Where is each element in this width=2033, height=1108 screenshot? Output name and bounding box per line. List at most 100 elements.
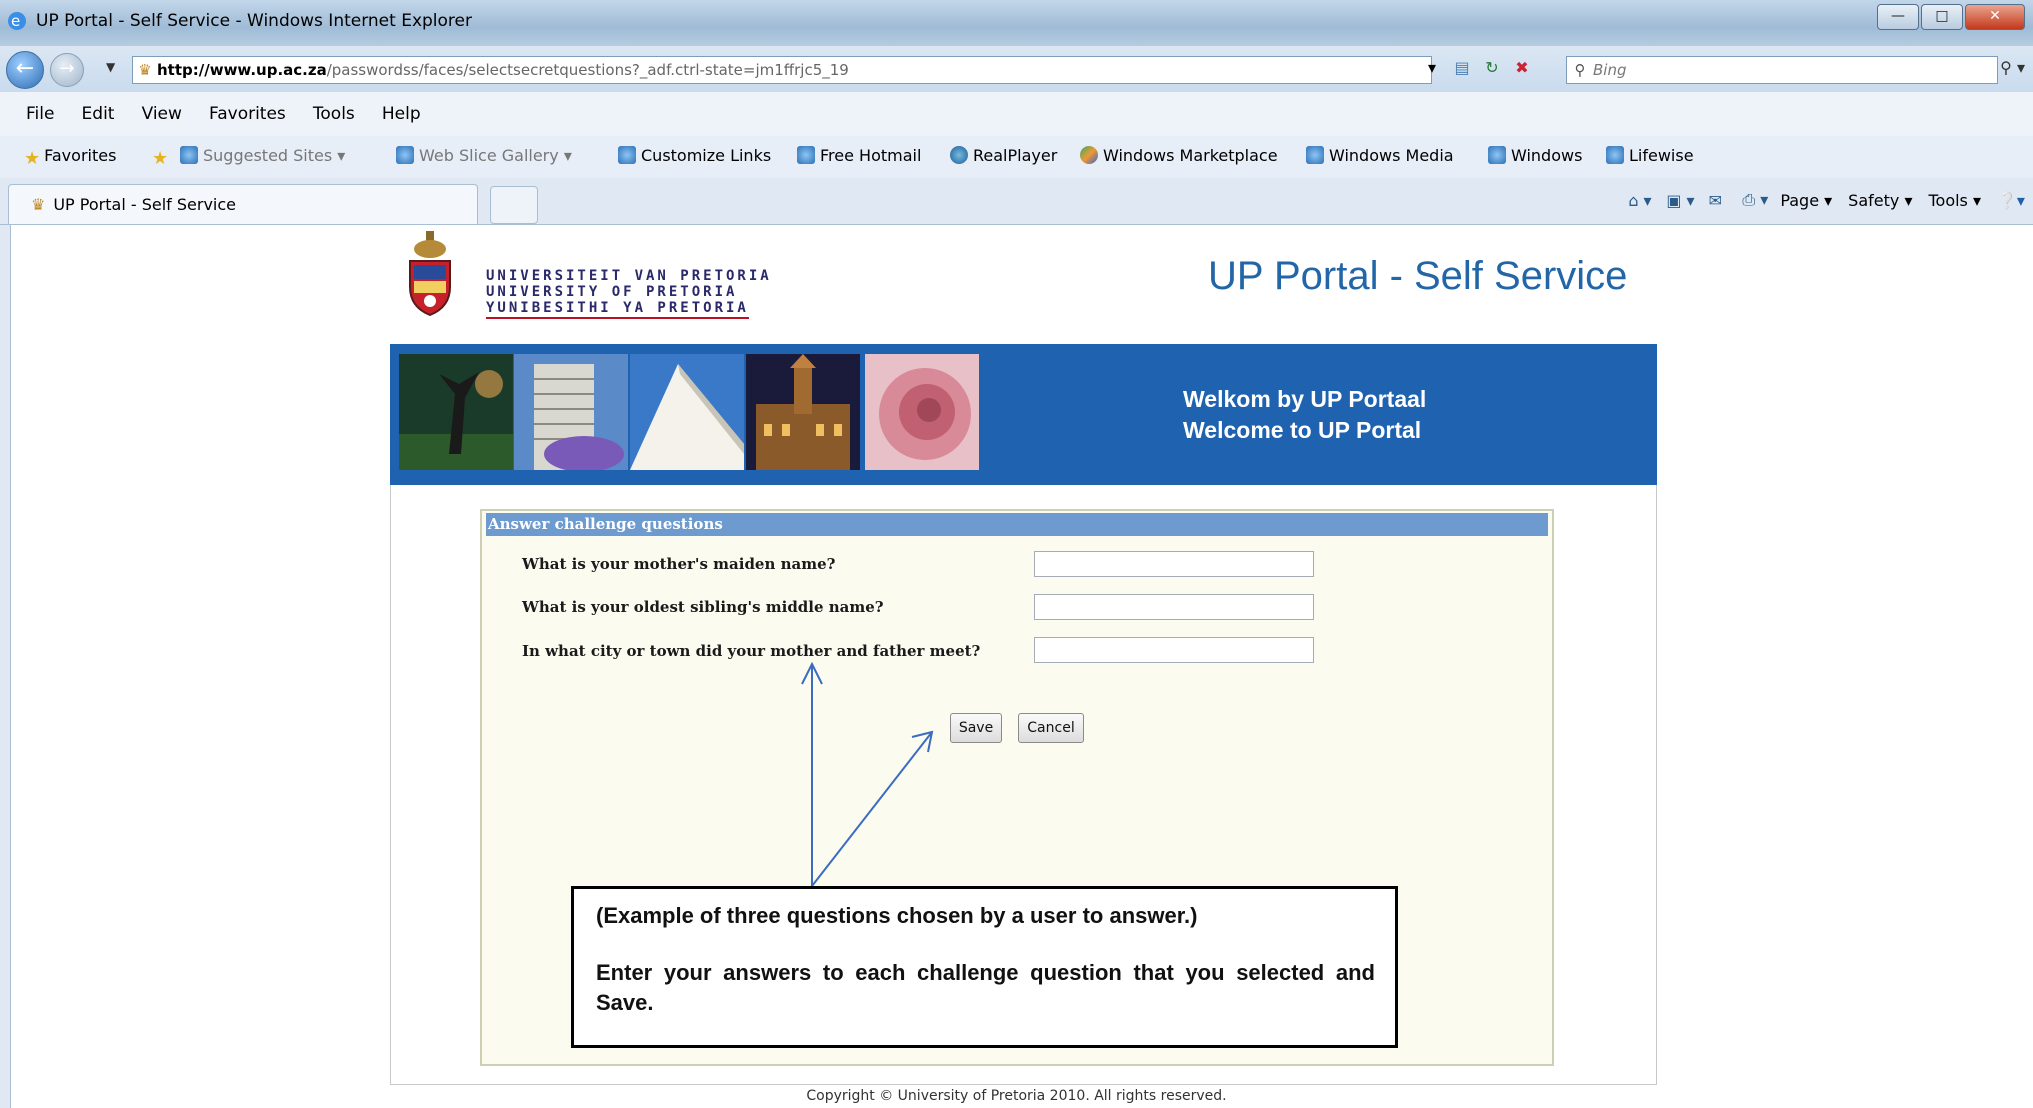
ie-page-icon <box>1488 146 1506 164</box>
stop-icon[interactable]: ✖ <box>1510 56 1534 80</box>
fav-label: RealPlayer <box>973 146 1058 165</box>
svg-text:e: e <box>11 12 20 30</box>
search-input[interactable]: ⚲ Bing <box>1566 56 1998 84</box>
refresh-icon[interactable]: ↻ <box>1480 56 1504 80</box>
logo-line-sepedi: YUNIBESITHI YA PRETORIA <box>486 300 749 319</box>
history-dropdown-icon[interactable]: ▼ <box>106 60 115 74</box>
fav-free-hotmail[interactable]: Free Hotmail <box>797 146 921 165</box>
instruction-callout: (Example of three questions chosen by a … <box>571 886 1398 1048</box>
tab-up-portal[interactable]: ♛ UP Portal - Self Service <box>8 184 478 224</box>
maximize-icon[interactable]: □ <box>1921 4 1963 30</box>
ie-page-icon <box>1606 146 1624 164</box>
fav-label: Windows <box>1511 146 1583 165</box>
site-favicon-icon: ♛ <box>31 195 46 214</box>
answer-1-input[interactable] <box>1034 551 1314 577</box>
add-favorite-icon[interactable]: ★ <box>152 146 172 169</box>
menu-view[interactable]: View <box>142 92 182 124</box>
windows-marketplace-icon <box>1080 146 1098 164</box>
callout-example-text: (Example of three questions chosen by a … <box>596 903 1198 928</box>
copyright-footer: Copyright © University of Pretoria 2010.… <box>806 1088 1227 1104</box>
print-icon[interactable]: ⎙ ▾ <box>1742 190 1768 210</box>
mail-icon[interactable]: ✉ <box>1704 191 1726 210</box>
ie-page-icon <box>396 146 414 164</box>
minimize-icon[interactable]: — <box>1877 4 1919 30</box>
tab-bar: ♛ UP Portal - Self Service ⌂ ▾ ▣ ▾ ✉ ⎙ ▾ … <box>0 178 2033 225</box>
banner-photo-statue <box>399 354 513 470</box>
favorites-button[interactable]: ★ Favorites <box>24 146 117 169</box>
url-dropdown-icon[interactable]: ▾ <box>1420 56 1444 80</box>
favorites-label: Favorites <box>44 146 117 165</box>
search-provider-icon: ⚲ <box>1574 61 1586 79</box>
url-input[interactable]: ♛ http://www.up.ac.za/passwordss/faces/se… <box>132 56 1432 84</box>
welcome-text: Welkom by UP Portaal Welcome to UP Porta… <box>1183 384 1426 446</box>
menu-help[interactable]: Help <box>382 92 421 124</box>
url-path: /passwordss/faces/selectsecretquestions?… <box>326 61 849 79</box>
address-bar: ← → ▼ ♛ http://www.up.ac.za/passwordss/fa… <box>0 46 2033 92</box>
fav-windows[interactable]: Windows <box>1488 146 1582 165</box>
banner-photo-old-building <box>746 354 860 470</box>
back-button[interactable]: ← <box>6 51 44 89</box>
add-to-favorites-icon: ★ <box>152 148 169 169</box>
banner-photo-architecture <box>630 354 744 470</box>
menu-favorites[interactable]: Favorites <box>209 92 286 124</box>
site-favicon-icon: ♛ <box>138 61 152 79</box>
window-titlebar: e UP Portal - Self Service - Windows Int… <box>0 0 2033 47</box>
answer-3-input[interactable] <box>1034 637 1314 663</box>
welcome-english: Welcome to UP Portal <box>1183 417 1422 443</box>
menu-bar: File Edit View Favorites Tools Help <box>0 92 2033 137</box>
fav-web-slice-gallery[interactable]: Web Slice Gallery ▾ <box>396 146 572 165</box>
question-2-label: What is your oldest sibling's middle nam… <box>522 598 884 616</box>
welcome-afrikaans: Welkom by UP Portaal <box>1183 386 1427 412</box>
home-icon[interactable]: ⌂ ▾ <box>1628 191 1651 210</box>
callout-instruction-text: Enter your answers to each challenge que… <box>596 960 1375 1015</box>
search-icon[interactable]: ⚲ ▾ <box>2000 58 2025 77</box>
window-title: UP Portal - Self Service - Windows Inter… <box>36 11 472 31</box>
forward-button[interactable]: → <box>50 53 84 87</box>
fav-label: Web Slice Gallery ▾ <box>419 146 572 165</box>
internet-explorer-icon: e <box>8 12 26 30</box>
banner-photo-building <box>514 354 628 470</box>
menu-tools[interactable]: Tools <box>313 92 355 124</box>
help-icon[interactable]: ❔▾ <box>1997 191 2025 210</box>
viewport-edge <box>10 225 11 1108</box>
university-name-logo: UNIVERSITEIT VAN PRETORIA UNIVERSITY OF … <box>486 268 772 319</box>
university-crest-icon <box>409 231 451 317</box>
star-icon: ★ <box>24 148 41 169</box>
ie-page-icon <box>797 146 815 164</box>
ie-page-icon <box>618 146 636 164</box>
fav-label: Suggested Sites ▾ <box>203 146 346 165</box>
menu-file[interactable]: File <box>26 92 54 124</box>
panel-title: Answer challenge questions <box>486 513 1548 536</box>
ie-page-icon <box>1306 146 1324 164</box>
question-1-label: What is your mother's maiden name? <box>522 555 836 573</box>
url-domain: http://www.up.ac.za <box>157 61 327 79</box>
search-placeholder: Bing <box>1593 61 1627 79</box>
fav-suggested-sites[interactable]: Suggested Sites ▾ <box>180 146 345 165</box>
tab-title: UP Portal - Self Service <box>53 195 236 214</box>
fav-label: Windows Marketplace <box>1103 146 1278 165</box>
save-button[interactable]: Save <box>950 713 1002 743</box>
fav-lifewise[interactable]: Lifewise <box>1606 146 1694 165</box>
cancel-button[interactable]: Cancel <box>1018 713 1084 743</box>
favorites-bar: ★ Favorites ★ Suggested Sites ▾ Web Slice… <box>0 136 2033 179</box>
fav-label: Free Hotmail <box>820 146 922 165</box>
tools-menu[interactable]: Tools ▾ <box>1928 191 1981 210</box>
logo-line-afrikaans: UNIVERSITEIT VAN PRETORIA <box>486 268 772 284</box>
fav-windows-media[interactable]: Windows Media <box>1306 146 1454 165</box>
fav-customize-links[interactable]: Customize Links <box>618 146 771 165</box>
page-title: UP Portal - Self Service <box>1208 254 1628 298</box>
menu-edit[interactable]: Edit <box>82 92 115 124</box>
new-tab-button[interactable] <box>490 186 538 224</box>
realplayer-icon <box>950 146 968 164</box>
fav-label: Windows Media <box>1329 146 1454 165</box>
feeds-icon[interactable]: ▣ ▾ <box>1666 191 1694 210</box>
page-menu[interactable]: Page ▾ <box>1780 191 1832 210</box>
compatibility-view-icon[interactable]: ▤ <box>1450 56 1474 80</box>
answer-2-input[interactable] <box>1034 594 1314 620</box>
close-icon[interactable]: ✕ <box>1965 4 2025 30</box>
fav-realplayer[interactable]: RealPlayer <box>950 146 1057 165</box>
question-3-label: In what city or town did your mother and… <box>522 642 981 660</box>
fav-windows-marketplace[interactable]: Windows Marketplace <box>1080 146 1278 165</box>
safety-menu[interactable]: Safety ▾ <box>1848 191 1912 210</box>
banner-photo-rose <box>865 354 979 470</box>
